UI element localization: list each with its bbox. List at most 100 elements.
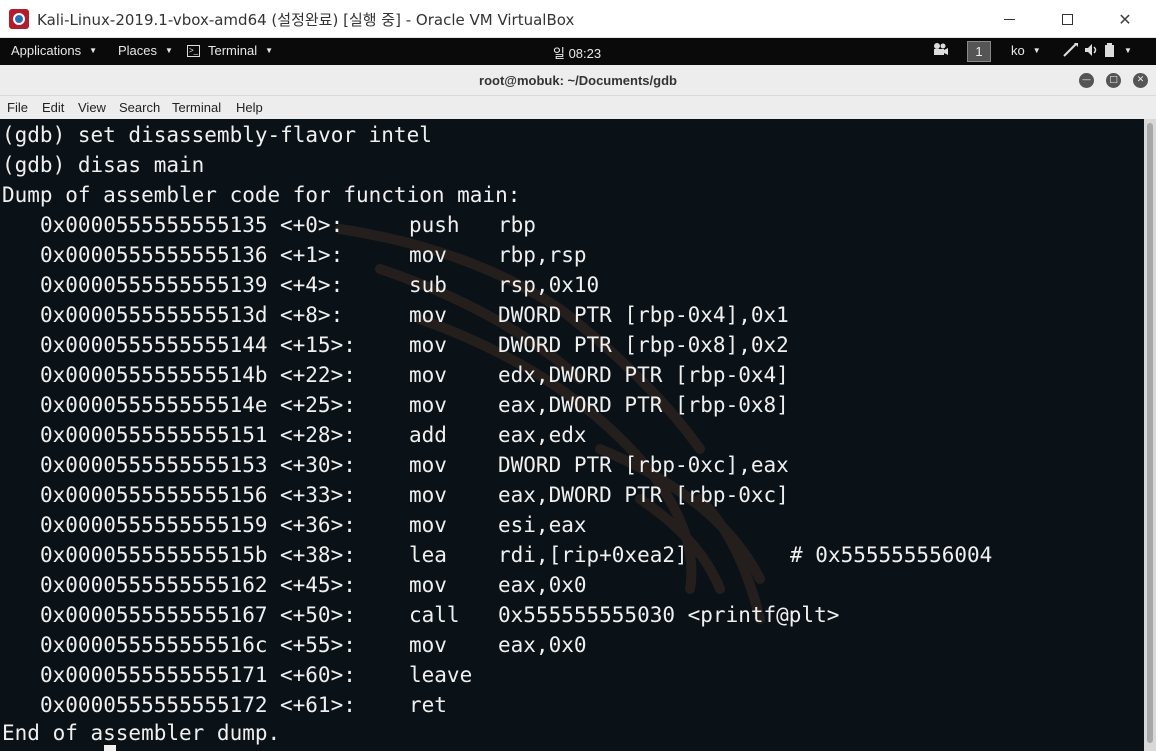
asm-operands: eax,0x0 <box>498 573 587 597</box>
asm-address: 0x0000555555555144 <box>40 333 268 357</box>
network-icon <box>1063 43 1078 57</box>
asm-line: 0x000055555555514e <+25>: mov eax,DWORD PTR… <box>0 390 1140 420</box>
chevron-down-icon: ▼ <box>165 46 173 55</box>
asm-offset: <+1>: <box>280 243 344 267</box>
video-camera-icon[interactable] <box>932 42 948 56</box>
terminal-close-button[interactable]: ✕ <box>1133 73 1148 88</box>
scrollbar-thumb[interactable] <box>1147 123 1153 743</box>
asm-offset: <+8>: <box>280 303 344 327</box>
language-indicator[interactable]: ko ▼ <box>1011 43 1041 58</box>
asm-offset: <+28>: <box>280 423 356 447</box>
asm-offset: <+45>: <box>280 573 356 597</box>
asm-address: 0x000055555555514b <box>40 363 268 387</box>
text-cursor <box>104 745 116 751</box>
asm-line: 0x0000555555555167 <+50>: call 0x5555555550… <box>0 600 1140 630</box>
asm-offset: <+50>: <box>280 603 356 627</box>
asm-address: 0x0000555555555136 <box>40 243 268 267</box>
volume-icon <box>1085 44 1097 56</box>
asm-offset: <+30>: <box>280 453 356 477</box>
vbox-titlebar: Kali-Linux-2019.1-vbox-amd64 (설정완료) [실행 … <box>0 0 1156 38</box>
asm-comment: # 0x555555556004 <box>790 543 993 567</box>
minimize-icon <box>1003 18 1015 20</box>
applications-menu[interactable]: Applications ▼ <box>11 43 97 58</box>
asm-address: 0x0000555555555151 <box>40 423 268 447</box>
asm-offset: <+61>: <box>280 693 356 717</box>
asm-line: 0x000055555555514b <+22>: mov edx,DWORD PTR… <box>0 360 1140 390</box>
asm-line: 0x0000555555555172 <+61>: ret <box>0 690 1140 720</box>
battery-icon <box>1105 43 1114 57</box>
asm-mnemonic: mov <box>409 453 447 477</box>
asm-line: 0x0000555555555135 <+0>: push rbp <box>0 210 1140 240</box>
asm-offset: <+4>: <box>280 273 344 297</box>
menu-search[interactable]: Search <box>119 100 160 115</box>
asm-address: 0x0000555555555135 <box>40 213 268 237</box>
asm-line: 0x000055555555516c <+55>: mov eax,0x0 <box>0 630 1140 660</box>
terminal-app-menu[interactable]: >_ Terminal ▼ <box>187 43 273 58</box>
gdb-command-line: (gdb) set disassembly-flavor intel <box>2 123 432 147</box>
asm-line: 0x0000555555555139 <+4>: sub rsp,0x10 <box>0 270 1140 300</box>
asm-operands: DWORD PTR [rbp-0xc],eax <box>498 453 789 477</box>
maximize-button[interactable] <box>1038 0 1096 38</box>
chevron-down-icon: ▼ <box>265 46 274 55</box>
asm-offset: <+22>: <box>280 363 356 387</box>
asm-mnemonic: mov <box>409 333 447 357</box>
asm-operands: DWORD PTR [rbp-0x4],0x1 <box>498 303 789 327</box>
menu-edit[interactable]: Edit <box>42 100 64 115</box>
menu-view[interactable]: View <box>78 100 106 115</box>
asm-mnemonic: mov <box>409 303 447 327</box>
places-menu[interactable]: Places ▼ <box>118 43 173 58</box>
terminal-title: root@mobuk: ~/Documents/gdb <box>479 73 677 88</box>
chevron-down-icon: ▼ <box>1124 45 1132 55</box>
terminal-output[interactable]: (gdb) set disassembly-flavor intel (gdb)… <box>0 119 1144 751</box>
asm-offset: <+36>: <box>280 513 356 537</box>
asm-operands: eax,DWORD PTR [rbp-0xc] <box>498 483 789 507</box>
asm-operands: rbp <box>498 213 536 237</box>
asm-operands: rsp,0x10 <box>498 273 600 297</box>
asm-operands: eax,0x0 <box>498 633 587 657</box>
asm-offset: <+15>: <box>280 333 356 357</box>
asm-line: 0x0000555555555159 <+36>: mov esi,eax <box>0 510 1140 540</box>
terminal-app-label: Terminal <box>208 43 258 58</box>
places-label: Places <box>118 43 158 58</box>
asm-address: 0x000055555555516c <box>40 633 268 657</box>
chevron-down-icon: ▼ <box>1032 46 1041 55</box>
asm-mnemonic: mov <box>409 363 447 387</box>
workspace-indicator[interactable]: 1 <box>967 41 991 62</box>
asm-address: 0x0000555555555153 <box>40 453 268 477</box>
terminal-menubar: File Edit View Search Terminal Help <box>0 96 1156 119</box>
asm-operands: esi,eax <box>498 513 587 537</box>
asm-mnemonic: push <box>409 213 460 237</box>
terminal-icon: >_ <box>187 44 200 57</box>
asm-line: 0x0000555555555144 <+15>: mov DWORD PTR [rb… <box>0 330 1140 360</box>
asm-line: 0x0000555555555156 <+33>: mov eax,DWORD PTR… <box>0 480 1140 510</box>
gdb-command-line: (gdb) disas main <box>2 153 205 177</box>
close-button[interactable]: ✕ <box>1096 0 1154 38</box>
menu-terminal[interactable]: Terminal <box>172 100 221 115</box>
terminal-scrollbar[interactable] <box>1144 119 1156 751</box>
asm-offset: <+60>: <box>280 663 356 687</box>
asm-line: 0x0000555555555151 <+28>: add eax,edx <box>0 420 1140 450</box>
terminal-minimize-button[interactable]: — <box>1079 73 1094 88</box>
asm-address: 0x0000555555555172 <box>40 693 268 717</box>
asm-mnemonic: add <box>409 423 447 447</box>
asm-address: 0x0000555555555162 <box>40 573 268 597</box>
asm-offset: <+38>: <box>280 543 356 567</box>
menu-help[interactable]: Help <box>236 100 263 115</box>
asm-line: 0x0000555555555153 <+30>: mov DWORD PTR [rb… <box>0 450 1140 480</box>
asm-line: 0x0000555555555136 <+1>: mov rbp,rsp <box>0 240 1140 270</box>
system-menu[interactable]: ▼ <box>1062 42 1132 58</box>
asm-mnemonic: mov <box>409 513 447 537</box>
asm-address: 0x0000555555555156 <box>40 483 268 507</box>
terminal-maximize-button[interactable]: □ <box>1106 73 1121 88</box>
asm-mnemonic: mov <box>409 483 447 507</box>
asm-mnemonic: lea <box>409 543 447 567</box>
asm-operands: eax,edx <box>498 423 587 447</box>
window-title: Kali-Linux-2019.1-vbox-amd64 (설정완료) [실행 … <box>37 11 575 29</box>
menu-file[interactable]: File <box>7 100 28 115</box>
minimize-button[interactable] <box>980 0 1038 38</box>
asm-mnemonic: ret <box>409 693 447 717</box>
asm-address: 0x000055555555513d <box>40 303 268 327</box>
asm-mnemonic: call <box>409 603 460 627</box>
applications-label: Applications <box>11 43 82 58</box>
clock[interactable]: 일 08:23 <box>553 43 601 62</box>
